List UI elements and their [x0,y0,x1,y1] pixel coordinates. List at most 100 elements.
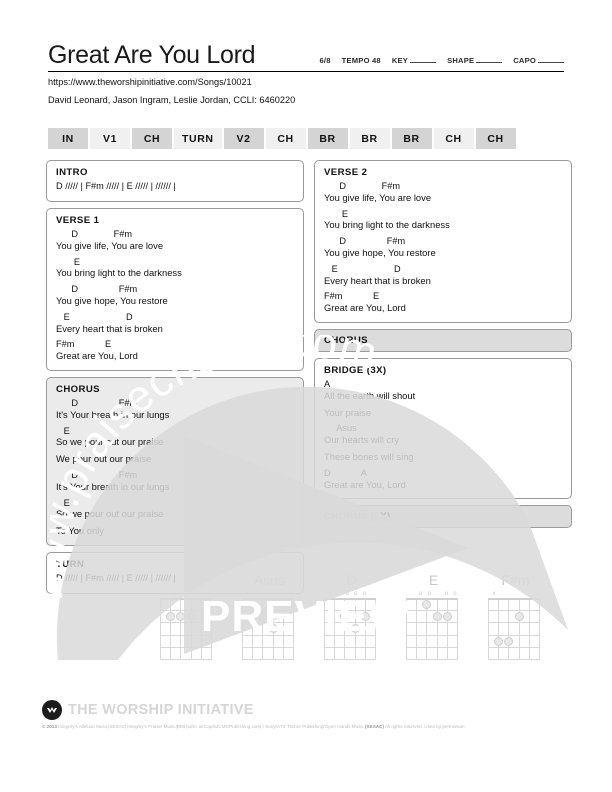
arrangement-cell-br-8[interactable]: BR [391,128,432,149]
lyric-line: It's Your breath in our lungs [56,480,170,492]
nut-line [242,598,294,600]
string-line [211,598,212,660]
fret-line [324,646,376,648]
lyric-line: You give life, You are love [324,191,432,203]
time-signature: 6/8 [319,56,331,66]
chord-diagram-a: Axoo [160,572,215,660]
capo-blank[interactable] [538,55,564,64]
open-string-icon: o [418,591,423,597]
chord-line: E [56,497,70,508]
section-chorus: CHORUS D F#m It's Your breath in our lung… [46,377,304,546]
fret-line [324,622,376,624]
open-string-markers: xoo [160,591,215,598]
open-string-markers: xooo [324,591,379,598]
chart-meta: 6/8 TEMPO 48 KEY SHAPE CAPO [319,55,564,68]
arrangement-cell-turn-3[interactable]: TURN [174,128,222,149]
fret-line [488,659,540,660]
string-line [160,598,161,660]
bridge-lines: A All the earth will shout Your praise Asu… [324,379,562,490]
arrangement-cell-in-0[interactable]: IN [48,128,88,149]
shape-label: SHAPE [447,56,475,66]
chord-line: D F#m [56,284,138,295]
lyric-line: We pour out our praise [56,453,152,465]
string-line [416,598,418,660]
fret-line [324,634,376,636]
finger-dot [422,600,432,609]
string-marker-blank [196,591,204,598]
finger-dot [494,636,504,646]
string-marker-blank [179,591,187,598]
finger-dot [186,612,196,622]
chord-line: D F#m [324,181,401,191]
open-string-icon: o [453,591,457,597]
arrangement-cell-ch-9[interactable]: CH [433,128,474,149]
string-marker-blank [524,591,532,598]
open-string-icon: o [427,591,431,597]
lyric-line: Our hearts will cry [324,434,400,446]
string-line [242,598,243,660]
chart-footer: THE WORSHIP INITIATIVE © 2013 Integrity'… [42,700,572,730]
fret-line [488,646,540,648]
key-label: KEY [391,56,409,66]
chord-diagram-d: Dxooo [324,572,379,660]
open-string-icon: o [345,591,349,597]
arrangement-cell-ch-2[interactable]: CH [132,128,172,149]
lyric-line: All the earth will shout [324,389,416,401]
fret-line [406,634,458,636]
string-line [170,598,172,660]
intro-measures: D ///// | F#m ///// | E ///// | ////// | [56,181,176,191]
chord-line: F#m E [56,339,112,350]
string-line [406,598,407,660]
lyric-line: Your praise [324,406,372,418]
arrangement-cell-br-7[interactable]: BR [349,128,390,149]
string-line [457,598,458,660]
arrangement-cell-br-6[interactable]: BR [307,128,348,149]
nut-line [324,598,376,600]
chord-line: D A [324,467,367,478]
lyric-line: Great are You, Lord [324,302,406,314]
key-blank[interactable] [410,55,437,64]
arrangement-cell-v2-4[interactable]: V2 [223,128,264,149]
brand-name: THE WORSHIP INITIATIVE [68,702,254,718]
section-intro: INTRO D ///// | F#m ///// | E ///// | //… [46,160,304,202]
chord-line: F#m E [324,291,380,302]
string-line [539,598,540,660]
chord-line: E D [56,311,133,322]
section-label-chorus-ref: CHORUS [324,335,368,347]
chord-diagram-name: Asus [253,572,286,588]
section-verse1: VERSE 1 D F#m You give life, You are love… [46,207,304,371]
arrangement-cell-ch-5[interactable]: CH [265,128,306,149]
lyric-line: These bones will sing [324,451,414,463]
open-string-icon: o [172,591,177,597]
chord-diagram-asus: Asus x o o [242,572,297,660]
string-line [324,598,325,660]
open-string-icon: o [362,591,367,597]
fret-line [160,610,212,612]
chord-diagram-fsharpm: F#m x [488,572,543,660]
string-line [364,598,366,660]
string-line [375,598,376,660]
finger-dot [442,612,452,622]
copyright-tail-bold: (SESAC) [365,724,384,729]
nut-line [488,598,540,600]
song-credits: David Leonard, Jason Ingram, Leslie Jord… [48,94,296,105]
string-marker-blank [408,591,416,598]
shape-group: SHAPE [447,55,503,66]
brand-row: THE WORSHIP INITIATIVE [42,700,572,720]
fret-line [324,610,376,612]
shape-blank[interactable] [476,55,503,64]
string-line [344,598,346,660]
copyright-tail: All rights reserved. Used by permission. [383,724,466,729]
verse2-lines: D F#m You give life, You are love E You br… [324,181,562,314]
finger-dot [258,612,268,622]
chord-line: Asus [324,423,357,434]
string-line [436,598,438,660]
arrangement-cell-ch-10[interactable]: CH [475,128,516,149]
arrangement-cell-v1-1[interactable]: V1 [90,128,130,149]
section-label-verse2: VERSE 2 [324,167,368,178]
fret-line [160,646,212,648]
chord-line: A [324,379,331,390]
song-url[interactable]: https://www.theworshipinitiative.com/Son… [48,76,564,89]
chord-line: E [56,256,80,267]
tempo-label: TEMPO [341,56,370,66]
